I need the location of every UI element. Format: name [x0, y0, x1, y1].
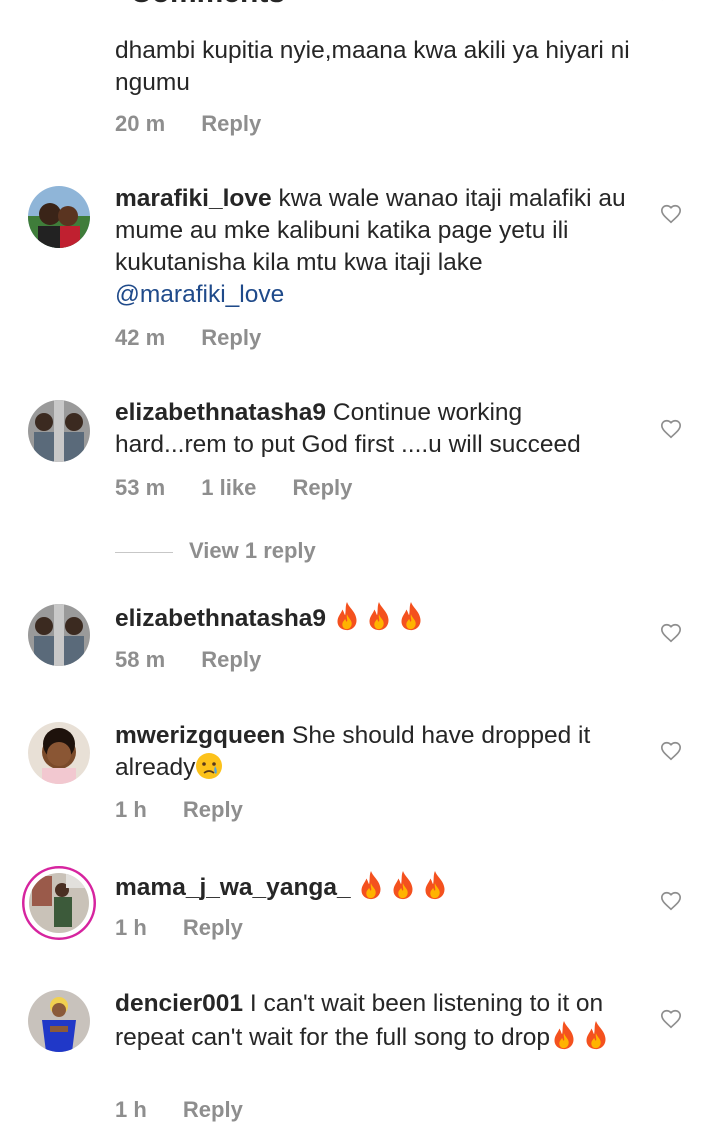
reply-button[interactable]: Reply — [183, 915, 243, 940]
mention-link[interactable]: @marafiki_love — [115, 281, 284, 308]
comment-meta: 42 m Reply — [115, 325, 291, 351]
reply-button[interactable]: Reply — [201, 325, 261, 350]
divider-line — [115, 551, 173, 553]
avatar-story-ring[interactable] — [22, 866, 96, 940]
share-icon[interactable]: ➤ — [660, 0, 682, 7]
crying-face-emoji-icon — [196, 753, 223, 779]
like-heart-icon[interactable] — [660, 418, 682, 440]
fire-emoji-icon — [389, 870, 417, 900]
fire-emoji-icon — [357, 870, 385, 900]
avatar[interactable] — [28, 990, 90, 1052]
fire-emoji-icon — [333, 601, 361, 631]
comment-meta: 1 h Reply — [115, 1097, 273, 1123]
fire-emoji-icon — [421, 870, 449, 900]
comment-text: marafiki_love kwa wale wanao itaji malaf… — [115, 185, 626, 308]
comment-username[interactable]: elizabethnatasha9 — [115, 605, 326, 632]
page-title: Comments — [130, 0, 285, 10]
fire-emoji-group — [333, 605, 429, 632]
reply-button[interactable]: Reply — [183, 797, 243, 822]
comment-text: elizabethnatasha9 Continue working hard.… — [115, 399, 581, 458]
comment-username[interactable]: elizabethnatasha9 — [115, 399, 326, 426]
fire-emoji-group — [357, 874, 453, 901]
reply-button[interactable]: Reply — [183, 1097, 243, 1122]
comment-time: 53 m — [115, 475, 166, 500]
reply-button[interactable]: Reply — [201, 111, 261, 136]
fire-emoji-group — [550, 1024, 614, 1051]
comment-time: 1 h — [115, 915, 147, 940]
fire-emoji-icon — [365, 601, 393, 631]
likes-count[interactable]: 1 like — [201, 475, 256, 500]
comment-text: dencier001 I can't wait been listening t… — [115, 988, 640, 1054]
comment-time: 58 m — [115, 647, 166, 672]
comment-username[interactable]: marafiki_love — [115, 185, 272, 212]
comment-text: dhambi kupitia nyie,maana kwa akili ya h… — [115, 37, 630, 96]
reply-button[interactable]: Reply — [292, 475, 352, 500]
like-heart-icon[interactable] — [660, 203, 682, 225]
like-heart-icon[interactable] — [660, 740, 682, 762]
comment-time: 20 m — [115, 111, 166, 136]
reply-button[interactable]: Reply — [201, 647, 261, 672]
fire-emoji-icon — [397, 601, 425, 631]
comment-meta: 1 h Reply — [115, 797, 273, 823]
comment-time: 42 m — [115, 325, 166, 350]
avatar[interactable] — [28, 400, 90, 462]
comment-time: 1 h — [115, 1097, 147, 1122]
comment-meta: 58 m Reply — [115, 647, 291, 673]
comment-text: mwerizgqueen She should have dropped it … — [115, 722, 591, 781]
comment-username[interactable]: mama_j_wa_yanga_ — [115, 874, 351, 901]
view-replies-button[interactable]: View 1 reply — [115, 538, 316, 564]
comment-meta: 53 m 1 like Reply — [115, 475, 382, 501]
comment-text: elizabethnatasha9 — [115, 601, 640, 635]
fire-emoji-icon — [582, 1020, 610, 1050]
comment-username[interactable]: mwerizgqueen — [115, 722, 285, 749]
like-heart-icon[interactable] — [660, 622, 682, 644]
comment-meta: 1 h Reply — [115, 915, 273, 941]
avatar[interactable] — [28, 186, 90, 248]
header-bar: ← Comments ➤ — [0, 0, 720, 9]
comment-meta: 20 m Reply — [115, 111, 291, 137]
avatar[interactable] — [28, 722, 90, 784]
back-arrow-icon[interactable]: ← — [24, 0, 50, 7]
comment-text: mama_j_wa_yanga_ — [115, 870, 640, 904]
like-heart-icon[interactable] — [660, 1008, 682, 1030]
fire-emoji-icon — [550, 1020, 578, 1050]
like-heart-icon[interactable] — [660, 890, 682, 912]
comment-time: 1 h — [115, 797, 147, 822]
comment-username[interactable]: dencier001 — [115, 990, 243, 1017]
avatar[interactable] — [28, 604, 90, 666]
